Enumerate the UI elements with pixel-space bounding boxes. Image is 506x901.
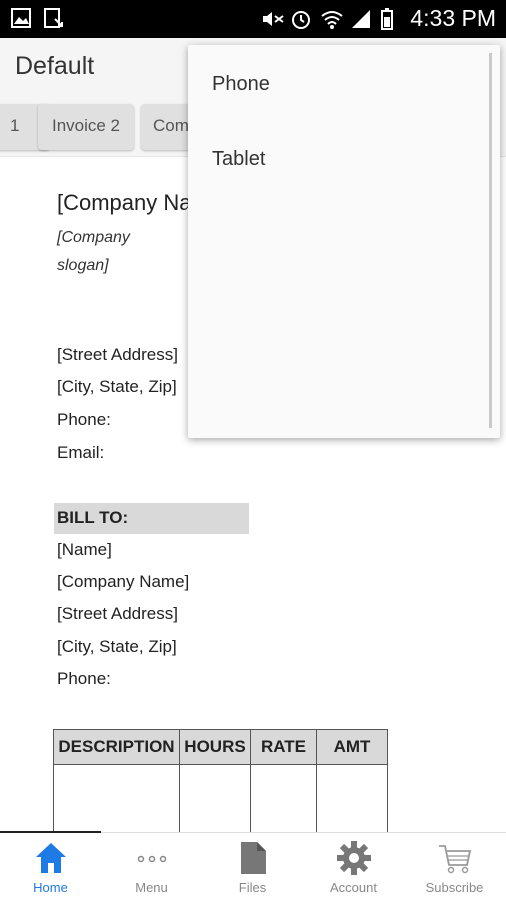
nav-account[interactable]: Account [303, 833, 404, 901]
bill-to-label: BILL TO: [57, 508, 129, 527]
nav-subscribe[interactable]: Subscribe [404, 833, 505, 901]
phone-label: Phone: [57, 410, 111, 429]
line-items-table: DESCRIPTION HOURS RATE AMT [53, 729, 388, 832]
column-header-description: DESCRIPTION [53, 729, 180, 765]
email-label: Email: [57, 443, 105, 462]
wifi-icon [320, 8, 343, 30]
bill-to-name[interactable]: [Name] [57, 540, 112, 560]
column-header-hours: HOURS [179, 729, 251, 765]
menu-item-phone[interactable]: Phone [212, 73, 270, 96]
city-state-zip[interactable]: [City, State, Zip] [57, 377, 177, 397]
tab-label: Invoice 2 [51, 116, 121, 135]
bottom-navigation: Home Menu Files Account Subscribe [0, 831, 506, 901]
amt-cell[interactable] [316, 764, 388, 832]
nav-label: Files [238, 880, 267, 895]
bill-to-header: BILL TO: [54, 503, 249, 534]
alarm-icon [290, 8, 312, 30]
table-row [53, 764, 388, 832]
home-icon [36, 843, 66, 873]
status-time: 4:33 PM [410, 5, 496, 31]
more-dots-icon [137, 855, 167, 863]
slogan-line: slogan] [57, 257, 109, 274]
bill-to-city[interactable]: [City, State, Zip] [57, 637, 177, 657]
table-header-row: DESCRIPTION HOURS RATE AMT [53, 729, 388, 765]
layout-dropdown-menu: Phone Tablet [188, 45, 500, 438]
street-address[interactable]: [Street Address] [57, 345, 178, 365]
company-slogan[interactable]: [Company slogan] [57, 224, 157, 280]
bill-to-company[interactable]: [Company Name] [57, 572, 189, 592]
file-icon [241, 842, 266, 874]
bill-to-phone: Phone: [57, 669, 111, 688]
nav-menu[interactable]: Menu [101, 833, 202, 901]
signal-icon [350, 8, 372, 30]
slogan-line: [Company [57, 229, 130, 246]
status-bar: 4:33 PM [0, 0, 506, 38]
hours-cell[interactable] [179, 764, 251, 832]
gear-icon [337, 841, 371, 875]
nav-files[interactable]: Files [202, 833, 303, 901]
bill-to-street[interactable]: [Street Address] [57, 604, 178, 624]
nav-label: Home [33, 880, 68, 895]
tab-label: Com [153, 116, 189, 135]
dropdown-scrollbar[interactable] [489, 53, 492, 428]
gallery-notification-icon [10, 7, 32, 29]
page-title[interactable]: Default [15, 52, 94, 81]
tab-invoice-2[interactable]: Invoice 2 [38, 104, 134, 150]
menu-item-tablet[interactable]: Tablet [212, 148, 265, 171]
nav-label: Account [330, 880, 377, 895]
nav-label: Menu [135, 880, 168, 895]
nav-label: Subscribe [425, 880, 484, 895]
tab-label: 1 [10, 116, 20, 135]
nav-home[interactable]: Home [0, 833, 101, 901]
column-header-rate: RATE [250, 729, 317, 765]
column-header-amt: AMT [316, 729, 388, 765]
download-notification-icon [42, 7, 64, 29]
shopping-cart-icon [439, 845, 472, 874]
battery-icon [380, 7, 402, 30]
mute-icon [260, 8, 284, 30]
description-cell[interactable] [53, 764, 180, 832]
rate-cell[interactable] [250, 764, 317, 832]
